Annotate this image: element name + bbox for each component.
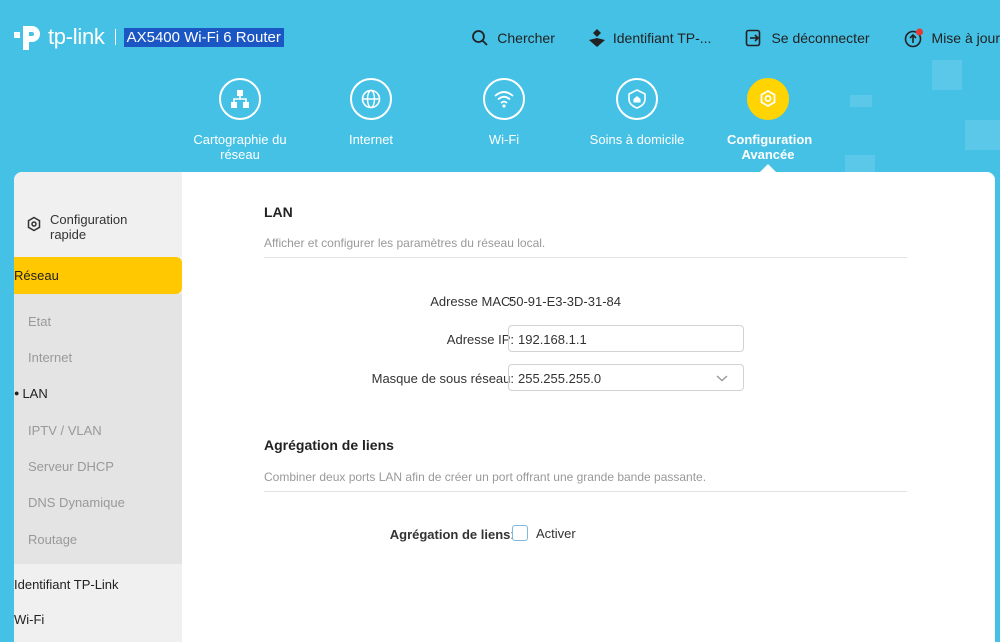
network-map-icon xyxy=(231,90,249,108)
gear-icon xyxy=(27,216,41,232)
aggregation-enable-checkbox[interactable]: Activer xyxy=(512,525,576,541)
sidebar-item-network[interactable]: Réseau xyxy=(14,257,182,294)
top-actions: Chercher Identifiant TP-... Se déconnect… xyxy=(437,28,1000,48)
tplink-id-button[interactable]: Identifiant TP-... xyxy=(588,29,712,47)
nav-network-map[interactable]: Cartographie du réseau xyxy=(175,78,305,162)
nav-label: Configuration Avancée xyxy=(727,132,813,162)
tplink-id-label: Identifiant TP-... xyxy=(612,30,712,46)
top-bar: tp-link AX5400 Wi-Fi 6 Router Chercher I… xyxy=(0,0,1000,78)
search-button[interactable]: Chercher xyxy=(471,29,555,47)
sidebar: Configuration rapide Réseau Etat Interne… xyxy=(14,172,182,642)
mac-value: 50-91-E3-3D-31-84 xyxy=(509,294,622,309)
nav-label: Internet xyxy=(348,132,394,147)
homecare-shield-icon xyxy=(628,89,646,109)
logo: tp-link AX5400 Wi-Fi 6 Router xyxy=(12,22,284,52)
sidebar-item-label: LAN xyxy=(22,386,48,401)
update-label: Mise à jour xyxy=(931,30,1000,46)
sidebar-item-iptv-vlan[interactable]: IPTV / VLAN xyxy=(28,423,102,438)
search-label: Chercher xyxy=(497,30,555,46)
search-icon xyxy=(472,30,488,46)
sidebar-item-status[interactable]: Etat xyxy=(28,314,51,329)
sidebar-item-label: Réseau xyxy=(14,268,59,283)
checkbox-box[interactable] xyxy=(512,525,528,541)
nav-advanced[interactable]: Configuration Avancée xyxy=(703,78,833,162)
logout-label: Se déconnecter xyxy=(771,30,870,46)
sidebar-item-quick-setup[interactable]: Configuration rapide xyxy=(14,212,182,242)
main-nav: Cartographie du réseau Internet Wi-Fi So… xyxy=(0,78,1000,173)
ip-address-input[interactable]: 192.168.1.1 xyxy=(508,325,744,352)
aggregation-label: Agrégation de liens: xyxy=(390,527,514,542)
subnet-mask-value: 255.255.255.0 xyxy=(518,371,602,386)
wifi-icon xyxy=(494,91,514,108)
nav-label: Wi-Fi xyxy=(488,132,520,147)
tplink-logo-icon xyxy=(12,22,42,52)
gear-icon xyxy=(760,89,776,108)
sidebar-item-ddns[interactable]: DNS Dynamique xyxy=(28,495,125,510)
sidebar-item-lan[interactable]: ● LAN xyxy=(14,386,48,401)
subnet-mask-label: Masque de sous réseau: xyxy=(371,371,514,386)
lan-title: LAN xyxy=(264,204,293,220)
subnet-mask-select[interactable]: 255.255.255.0 xyxy=(508,364,744,391)
model-name: AX5400 Wi-Fi 6 Router xyxy=(123,28,284,47)
brand-name: tp-link xyxy=(48,24,105,49)
globe-icon xyxy=(361,89,381,109)
sidebar-submenu: Etat Internet ● LAN IPTV / VLAN Serveur D… xyxy=(14,294,182,564)
aggregation-title: Agrégation de liens xyxy=(264,437,394,453)
sidebar-item-dhcp-server[interactable]: Serveur DHCP xyxy=(28,459,114,474)
aggregation-label-text: Agrégation de liens xyxy=(389,527,511,542)
checkbox-label: Activer xyxy=(536,525,576,541)
chevron-down-icon xyxy=(716,375,728,382)
ip-address-value: 192.168.1.1 xyxy=(518,332,587,347)
ip-label: Adresse IP: xyxy=(446,332,514,347)
sidebar-item-internet[interactable]: Internet xyxy=(28,350,72,365)
nav-label: Soins à domicile xyxy=(589,132,685,147)
nav-wifi[interactable]: Wi-Fi xyxy=(439,78,569,147)
sidebar-item-routing[interactable]: Routage xyxy=(28,532,77,547)
sidebar-item-wifi[interactable]: Wi-Fi xyxy=(14,612,44,627)
active-bullet: ● xyxy=(14,388,20,398)
sidebar-item-tplink-id[interactable]: Identifiant TP-Link xyxy=(14,577,119,592)
logo-separator xyxy=(114,29,116,45)
divider xyxy=(264,491,907,492)
divider xyxy=(264,257,907,258)
logout-button[interactable]: Se déconnecter xyxy=(745,29,870,47)
sidebar-item-label: Configuration rapide xyxy=(50,212,128,242)
logout-icon xyxy=(746,29,761,47)
nav-internet[interactable]: Internet xyxy=(306,78,436,147)
update-button[interactable]: Mise à jour xyxy=(904,28,1000,48)
nav-label: Cartographie du réseau xyxy=(193,132,287,162)
nav-homecare[interactable]: Soins à domicile xyxy=(572,78,702,147)
aggregation-description: Combiner deux ports LAN afin de créer un… xyxy=(264,470,707,484)
mac-label: Adresse MAC: xyxy=(430,294,514,309)
lan-description: Afficher et configurer les paramètres du… xyxy=(264,236,546,250)
main-panel: Configuration rapide Réseau Etat Interne… xyxy=(14,172,995,642)
update-icon xyxy=(904,28,923,48)
tplink-id-icon xyxy=(588,29,605,47)
